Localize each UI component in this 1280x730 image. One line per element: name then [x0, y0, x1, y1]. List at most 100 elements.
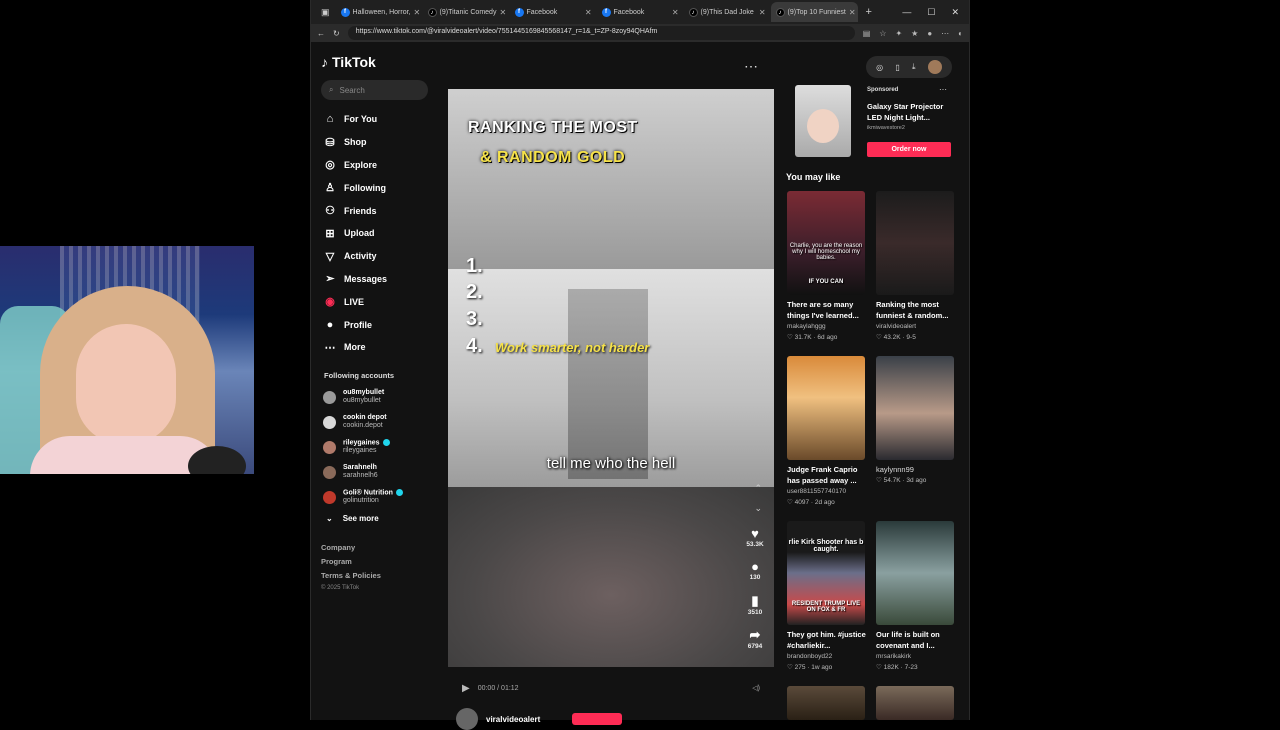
- toolbar-icons: ▤ ☆ ✦ ★ ● ⋯ ◐: [863, 29, 963, 38]
- address-bar: ← ↻ https://www.tiktok.com/@viralvideoal…: [311, 24, 969, 42]
- following-account[interactable]: Sarahnelh sarahnelh6: [321, 460, 437, 485]
- browser-tab[interactable]: ♪ (9)Titanic Comedy ✕: [423, 2, 510, 22]
- browser-tab[interactable]: f Facebook ✕: [510, 2, 597, 22]
- nav-item-live[interactable]: ◉ LIVE: [321, 290, 437, 313]
- nav-item-for-you[interactable]: ⌂ For You: [321, 108, 437, 131]
- following-account[interactable]: Goli® Nutrition golinutrition: [321, 485, 437, 510]
- recommendation-card-partial[interactable]: [876, 686, 956, 720]
- nav-item-more[interactable]: ⋯ More: [321, 336, 437, 359]
- recommendation-card[interactable]: rlie Kirk Shooter has b caught. RESIDENT …: [787, 521, 867, 673]
- back-icon[interactable]: ←: [317, 29, 325, 38]
- coin-icon[interactable]: ◎: [876, 63, 883, 72]
- reader-icon[interactable]: ▤: [863, 29, 871, 38]
- facebook-icon: f: [514, 7, 524, 17]
- new-tab-icon[interactable]: +: [858, 6, 880, 18]
- copilot-icon[interactable]: ◐: [958, 29, 963, 38]
- following-account[interactable]: rileygaines rileygaines: [321, 435, 437, 460]
- ad-handle: ikmiwavestore2: [867, 125, 905, 131]
- see-more-button[interactable]: ⌄ See more: [326, 514, 437, 523]
- recommendation-age: 1w ago: [811, 664, 833, 671]
- recommendation-thumbnail: Charlie, you are the reason why I will h…: [787, 191, 865, 295]
- comment-action[interactable]: ● 130: [740, 559, 770, 581]
- close-icon[interactable]: ✕: [759, 8, 766, 17]
- nav-item-label: Explore: [344, 159, 378, 170]
- footer-link-company[interactable]: Company: [321, 543, 437, 557]
- recommendation-card-partial[interactable]: [787, 686, 867, 720]
- friends-icon: ⚇: [325, 205, 335, 218]
- close-icon[interactable]: ✕: [585, 8, 592, 17]
- thumbnail-overlay-caption: RESIDENT TRUMP LIVE ON FOX & FR: [791, 601, 861, 613]
- device-icon[interactable]: ▯: [895, 63, 899, 72]
- download-icon[interactable]: ⤓: [912, 62, 916, 72]
- minimize-icon[interactable]: —: [902, 7, 911, 18]
- recommendation-card[interactable]: Charlie, you are the reason why I will h…: [787, 191, 867, 343]
- author-name[interactable]: viralvideoalert: [486, 715, 540, 724]
- browser-tab-active[interactable]: ♪ (9)Top 10 Funniest ✕: [770, 2, 858, 22]
- recommendation-card[interactable]: Ranking the most funniest & random... vir…: [876, 191, 956, 343]
- video-player[interactable]: RANKING THE MOST & RANDOM GOLD 1. 2. 3. …: [448, 89, 774, 667]
- recommendation-author: makaylahggg: [787, 323, 826, 330]
- sponsored-ad[interactable]: Sponsored ⋯ Galaxy Star Projector LED Ni…: [787, 85, 953, 160]
- volume-icon[interactable]: ◁): [752, 684, 760, 692]
- recommendation-card[interactable]: Judge Frank Caprio has passed away ... us…: [787, 356, 867, 508]
- account-username-text: cookin depot: [343, 414, 387, 422]
- following-account[interactable]: cookin depot cookin.depot: [321, 410, 437, 435]
- extensions-icon[interactable]: ✦: [895, 29, 902, 38]
- footer-link-program[interactable]: Program: [321, 557, 437, 571]
- browser-tab[interactable]: f Facebook ✕: [597, 2, 684, 22]
- nav-item-label: Activity: [344, 251, 377, 262]
- author-strip: viralvideoalert: [456, 708, 623, 730]
- search-input[interactable]: ⌕ Search: [321, 80, 428, 100]
- recommendation-card[interactable]: kaylynnn99 ♡ 54.7K · 3d ago: [876, 356, 956, 486]
- close-icon[interactable]: ✕: [413, 8, 420, 17]
- favorite-star-icon[interactable]: ☆: [879, 29, 886, 38]
- menu-dots-icon[interactable]: ⋯: [941, 29, 949, 38]
- tiktok-logo[interactable]: ♪ TikTok: [321, 54, 437, 70]
- see-more-label: See more: [342, 513, 379, 523]
- recommendation-meta: ♡ 54.7K · 3d ago: [876, 475, 956, 486]
- order-now-button[interactable]: Order now: [867, 142, 951, 157]
- close-icon[interactable]: ✕: [849, 8, 856, 17]
- nav-item-friends[interactable]: ⚇ Friends: [321, 199, 437, 222]
- like-action[interactable]: ♥ 53.3K: [740, 526, 770, 548]
- nav-item-following[interactable]: ♙ Following: [321, 176, 437, 199]
- browser-tab[interactable]: f Halloween, Horror, ✕: [336, 2, 423, 22]
- favorites-icon[interactable]: ★: [911, 29, 918, 38]
- close-icon[interactable]: ✕: [672, 8, 679, 17]
- close-icon[interactable]: ✕: [499, 8, 506, 17]
- tab-actions-icon[interactable]: ▣: [315, 7, 336, 18]
- following-account[interactable]: ou8mybullet ou8mybullet: [321, 385, 437, 410]
- prev-video-icon[interactable]: ⌃: [754, 483, 762, 494]
- profile-icon[interactable]: ●: [927, 29, 932, 38]
- save-action[interactable]: ▮ 3510: [740, 593, 770, 616]
- share-action[interactable]: ➦ 6794: [740, 627, 770, 650]
- url-field[interactable]: https://www.tiktok.com/@viralvideoalert/…: [347, 26, 855, 40]
- copyright: © 2025 TikTok: [321, 584, 360, 591]
- follow-button[interactable]: [572, 713, 623, 725]
- following-accounts-title: Following accounts: [324, 370, 395, 380]
- browser-tab[interactable]: ♪ (9)This Dad Joke ✕: [684, 2, 771, 22]
- nav-item-label: LIVE: [344, 296, 365, 307]
- close-window-icon[interactable]: ✕: [951, 7, 959, 18]
- profile-avatar-icon: ●: [326, 318, 334, 331]
- recommendation-author: mrsarikakirk: [876, 653, 912, 660]
- nav-item-messages[interactable]: ➢ Messages: [321, 268, 437, 291]
- avatar: [323, 440, 336, 454]
- ad-image-subject: [807, 109, 839, 143]
- video-more-icon[interactable]: ⋯: [744, 58, 758, 75]
- reload-icon[interactable]: ↻: [333, 29, 340, 38]
- next-video-icon[interactable]: ⌄: [754, 503, 762, 514]
- nav-item-shop[interactable]: ⛁ Shop: [321, 131, 437, 154]
- recommendation-card[interactable]: Our life is built on covenant and I... mr…: [876, 521, 956, 673]
- user-avatar[interactable]: [927, 60, 942, 74]
- maximize-icon[interactable]: ☐: [927, 7, 935, 18]
- author-avatar[interactable]: [456, 708, 478, 730]
- ad-more-icon[interactable]: ⋯: [939, 85, 947, 94]
- account-username: Goli® Nutrition: [343, 489, 403, 497]
- nav-item-upload[interactable]: ⊞ Upload: [321, 222, 437, 245]
- footer-link-terms[interactable]: Terms & Policies: [321, 571, 437, 585]
- play-icon[interactable]: ▶: [462, 683, 470, 694]
- nav-item-profile[interactable]: ● Profile: [321, 313, 437, 336]
- nav-item-activity[interactable]: ▽ Activity: [321, 245, 437, 268]
- nav-item-explore[interactable]: ◎ Explore: [321, 154, 437, 177]
